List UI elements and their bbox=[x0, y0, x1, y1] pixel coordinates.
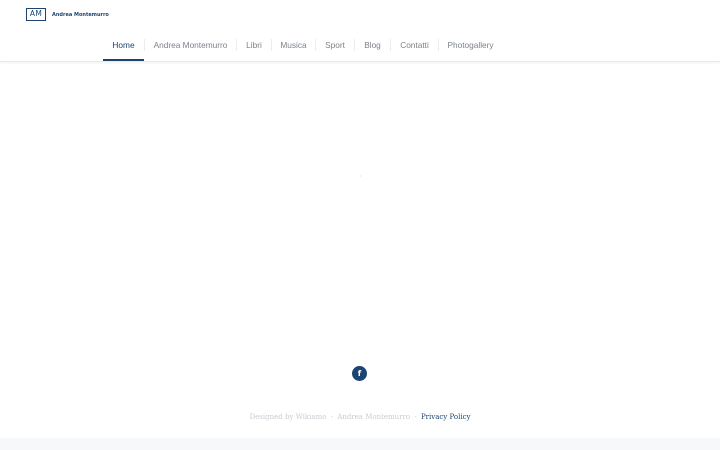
site-header: AM Andrea Montemurro Home Andrea Montemu… bbox=[0, 0, 720, 62]
footer-separator: - bbox=[330, 413, 334, 421]
page: AM Andrea Montemurro Home Andrea Montemu… bbox=[0, 0, 720, 450]
main-nav: Home Andrea Montemurro Libri Musica Spor… bbox=[103, 30, 502, 62]
footer-owner: Andrea Montemurro bbox=[337, 413, 411, 421]
designed-by-text: Designed by Wikiamo bbox=[249, 413, 327, 421]
nav-item-sport[interactable]: Sport bbox=[316, 30, 354, 60]
footer-credits: Designed by Wikiamo - Andrea Montemurro … bbox=[0, 413, 720, 421]
privacy-policy-link[interactable]: Privacy Policy bbox=[421, 413, 471, 421]
bottom-band bbox=[0, 438, 720, 450]
nav-item-libri[interactable]: Libri bbox=[237, 30, 271, 60]
facebook-icon: f bbox=[357, 368, 362, 378]
nav-item-contatti[interactable]: Contatti bbox=[391, 30, 438, 60]
footer-separator: - bbox=[414, 413, 417, 421]
nav-item-blog[interactable]: Blog bbox=[355, 30, 390, 60]
nav-item-andrea-montemurro[interactable]: Andrea Montemurro bbox=[145, 30, 236, 60]
site-logo[interactable]: AM Andrea Montemurro bbox=[26, 8, 109, 21]
nav-item-photogallery[interactable]: Photogallery bbox=[439, 30, 502, 60]
facebook-button[interactable]: f bbox=[352, 366, 367, 381]
logo-mark: AM bbox=[26, 8, 46, 21]
content-placeholder bbox=[360, 175, 361, 177]
nav-item-musica[interactable]: Musica bbox=[272, 30, 315, 60]
logo-text: Andrea Montemurro bbox=[52, 11, 109, 18]
nav-item-home[interactable]: Home bbox=[103, 30, 144, 61]
